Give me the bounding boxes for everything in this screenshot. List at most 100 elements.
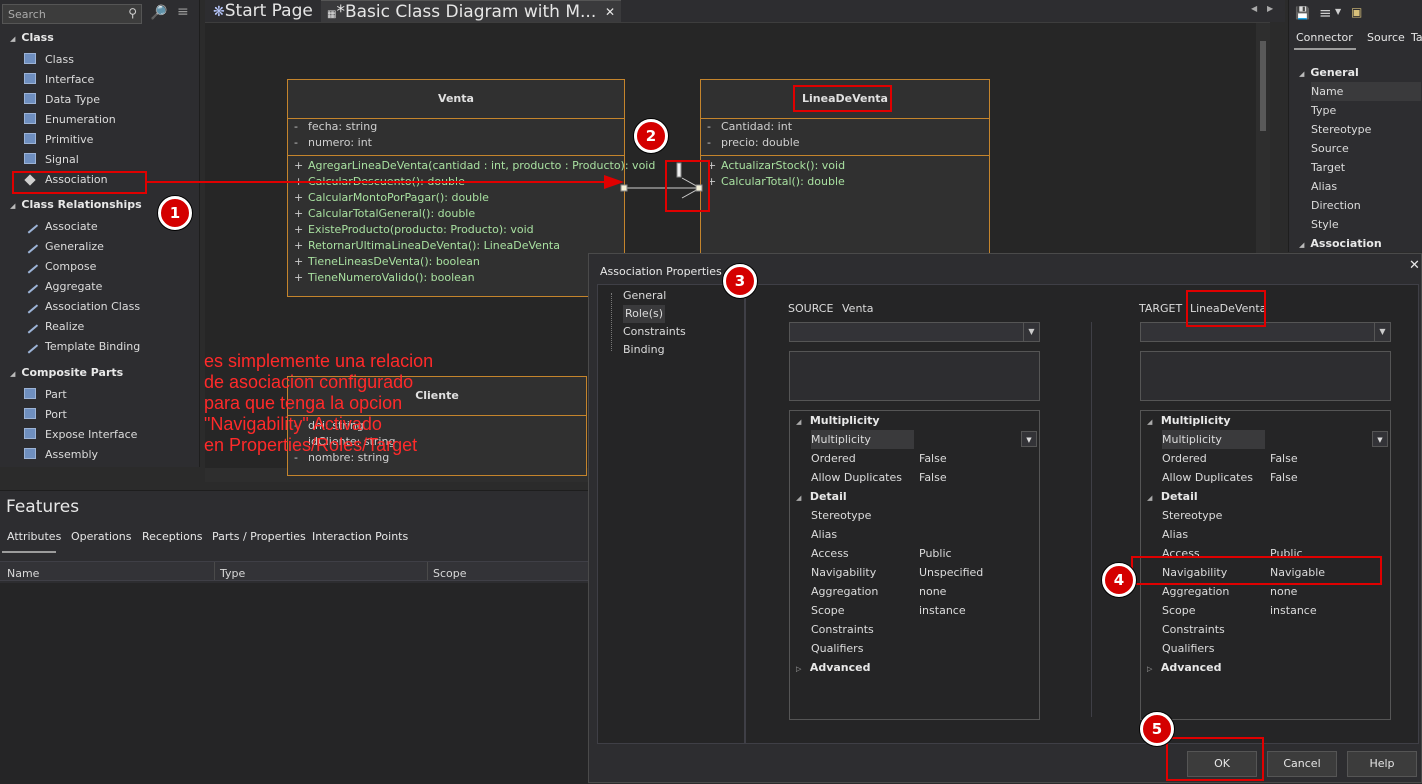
toolbox-item-assembly[interactable]: Assembly [24,446,98,464]
find-icon[interactable]: 🔎 [150,5,167,21]
tab-interaction-points[interactable]: Interaction Points [312,530,408,543]
property-row-direction[interactable]: Direction [1311,196,1361,215]
operation-row[interactable]: + CalcularMontoPorPagar(): double [288,190,624,206]
collapse-icon[interactable]: ◢ [796,494,804,502]
chevron-down-icon[interactable]: ▼ [1374,323,1390,341]
attribute-row[interactable]: - numero: int [288,135,624,151]
expand-icon[interactable]: ▷ [1147,665,1155,673]
operation-row[interactable]: + ExisteProducto(producto: Producto): voi… [288,222,624,238]
column-scope[interactable]: Scope [433,567,467,580]
operation-row[interactable]: + RetornarUltimaLineaDeVenta(): LineaDeVe… [288,238,624,254]
cancel-button[interactable]: Cancel [1267,751,1337,777]
property-value-allow-duplicates[interactable]: False [919,468,947,487]
toolbox-item-signal[interactable]: Signal [24,151,79,169]
property-row-source[interactable]: Source [1311,139,1349,158]
toolbox-item-realize[interactable]: Realize [21,317,84,336]
property-value-scope[interactable]: instance [919,601,966,620]
toolbox-item-aggregate[interactable]: Aggregate [21,277,102,296]
operation-row[interactable]: + CalcularTotal(): double [701,174,989,190]
chevron-down-icon[interactable]: ▼ [1335,7,1341,16]
tab-attributes[interactable]: Attributes [7,530,61,543]
toolbox-section-header[interactable]: Class Relationships [10,198,141,211]
toolbox-item-primitive[interactable]: Primitive [24,131,93,149]
property-value-ordered[interactable]: False [1270,449,1298,468]
chevron-down-icon[interactable]: ▼ [1023,323,1039,341]
operation-row[interactable]: + ActualizarStock(): void [701,158,989,174]
toolbox-item-data-type[interactable]: Data Type [24,91,100,109]
search-icon[interactable]: ⚲ [128,6,137,20]
toolbox-item-interface[interactable]: Interface [24,71,94,89]
close-icon[interactable]: ✕ [1409,258,1420,273]
tab-source[interactable]: Source [1367,31,1405,44]
property-group-header[interactable]: Association [1299,234,1381,253]
column-name[interactable]: Name [7,567,39,580]
property-row-alias[interactable]: Alias [1311,177,1337,196]
property-value-ordered[interactable]: False [919,449,947,468]
nav-item-roles[interactable]: Role(s) [623,305,666,323]
tab-operations[interactable]: Operations [71,530,131,543]
target-notes-field[interactable] [1140,351,1391,401]
property-value-allow-duplicates[interactable]: False [1270,468,1298,487]
tab-target[interactable]: Ta [1411,31,1422,44]
attribute-row[interactable]: - precio: double [701,135,989,151]
menu-icon[interactable]: ≡ [177,4,189,20]
property-group-header[interactable]: ◢ Detail [796,487,847,506]
help-button[interactable]: Help [1347,751,1417,777]
property-row-target[interactable]: Target [1311,158,1345,177]
chevron-down-icon[interactable]: ▼ [1021,431,1037,447]
collapse-icon[interactable]: ◢ [796,418,804,426]
toolbox-search-input[interactable]: Search ⚲ [2,4,142,24]
save-icon[interactable]: 💾 [1295,6,1310,20]
menu-icon[interactable]: ≡ [1319,4,1332,22]
source-role-combo[interactable]: ▼ [789,322,1040,342]
chevron-down-icon[interactable]: ▼ [1372,431,1388,447]
collapse-icon[interactable]: ◢ [1147,494,1155,502]
toolbox-item-class[interactable]: Class [24,51,74,69]
toolbox-item-associate[interactable]: Associate [21,217,98,236]
operation-row[interactable]: + CalcularTotalGeneral(): double [288,206,624,222]
property-group-header[interactable]: ▷ Advanced [796,658,871,677]
toolbox-section-header[interactable]: Class [10,31,53,44]
toolbox-item-association-class[interactable]: Association Class [21,297,140,316]
attribute-row[interactable]: - fecha: string [288,119,624,135]
scroll-left-icon[interactable]: ◀ [1251,4,1257,13]
operation-row[interactable]: + TieneLineasDeVenta(): boolean [288,254,624,270]
source-notes-field[interactable] [789,351,1040,401]
tab-parts-properties[interactable]: Parts / Properties [212,530,306,543]
operation-row[interactable]: + TieneNumeroValido(): boolean [288,270,624,286]
scroll-right-icon[interactable]: ▶ [1267,4,1273,13]
column-type[interactable]: Type [220,567,245,580]
attribute-row[interactable]: - Cantidad: int [701,119,989,135]
nav-item-binding[interactable]: Binding [623,341,665,359]
close-tab-icon[interactable]: ✕ [605,1,615,23]
property-group-header[interactable]: ◢ Multiplicity [1147,411,1231,430]
property-row-stereotype[interactable]: Stereotype [1311,120,1371,139]
toolbox-item-generalize[interactable]: Generalize [21,237,104,256]
expand-icon[interactable]: ▷ [796,665,804,673]
tab-receptions[interactable]: Receptions [142,530,203,543]
image-icon[interactable]: ▣ [1351,5,1362,19]
property-value-aggregation[interactable]: none [919,582,946,601]
nav-item-constraints[interactable]: Constraints [623,323,686,341]
property-group-header[interactable]: General [1299,63,1358,82]
property-group-header[interactable]: ◢ Detail [1147,487,1198,506]
toolbox-item-enumeration[interactable]: Enumeration [24,111,116,129]
collapse-icon[interactable]: ◢ [1147,418,1155,426]
property-group-header[interactable]: ◢ Multiplicity [796,411,880,430]
nav-item-general[interactable]: General [623,287,666,305]
operation-row[interactable]: + AgregarLineaDeVenta(cantidad : int, pro… [288,158,655,174]
toolbox-item-port[interactable]: Port [24,406,67,424]
tab-connector[interactable]: Connector [1296,31,1353,44]
toolbox-item-compose[interactable]: Compose [21,257,96,276]
property-row-type[interactable]: Type [1311,101,1336,120]
tab-start-page[interactable]: ❋Start Page [207,0,319,22]
property-value-access[interactable]: Public [919,544,952,563]
tab-class-diagram[interactable]: ▦*Basic Class Diagram with M... ✕ [321,0,621,22]
property-value-navigability[interactable]: Unspecified [919,563,983,582]
property-group-header[interactable]: ▷ Advanced [1147,658,1222,677]
property-value-scope[interactable]: instance [1270,601,1317,620]
toolbox-item-template-binding[interactable]: Template Binding [21,337,140,356]
toolbox-item-part[interactable]: Part [24,386,67,404]
toolbox-item-expose-interface[interactable]: Expose Interface [24,426,137,444]
property-row-name[interactable]: Name [1311,82,1421,101]
